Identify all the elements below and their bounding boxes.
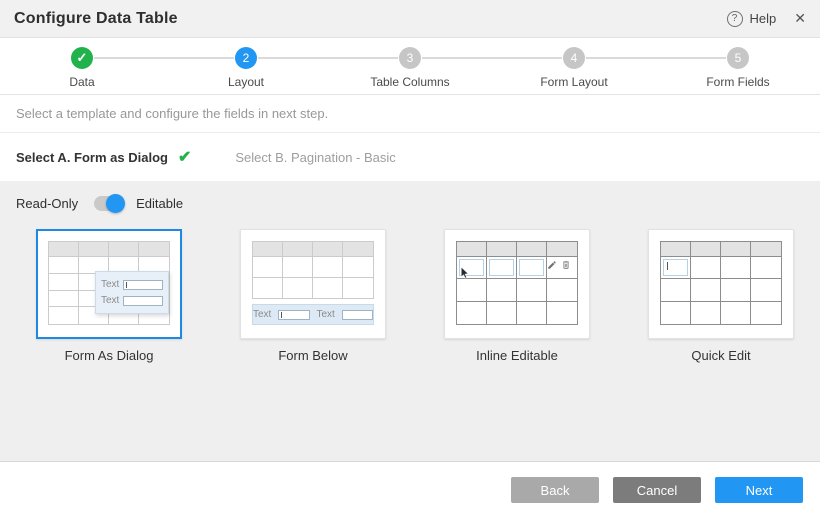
text-caret	[281, 312, 282, 318]
template-thumbnail[interactable]	[648, 229, 794, 339]
text-caret	[126, 282, 127, 288]
selection-summary-row: Select A. Form as Dialog ✔ Select B. Pag…	[0, 133, 820, 181]
mini-cell-input	[663, 259, 688, 276]
instruction-text: Select a template and configure the fiel…	[0, 95, 820, 133]
mini-text-input	[342, 310, 373, 320]
mini-field-label: Text	[253, 309, 271, 320]
mini-text-input	[123, 280, 163, 290]
editable-toggle[interactable]	[94, 196, 122, 211]
template-picker-area: Read-Only Editable Text	[0, 181, 820, 461]
close-icon[interactable]: ✕	[794, 10, 806, 27]
step-layout[interactable]: 2 Layout	[164, 38, 328, 94]
step-label: Table Columns	[370, 75, 449, 89]
mini-text-input	[278, 310, 309, 320]
mini-cell-input	[519, 259, 544, 276]
help-label[interactable]: Help	[750, 11, 777, 26]
read-only-label: Read-Only	[16, 196, 78, 211]
help-icon[interactable]: ?	[727, 11, 743, 27]
step-label: Layout	[228, 75, 264, 89]
mini-text-input	[123, 296, 163, 306]
step-number: 5	[727, 47, 749, 69]
editable-label: Editable	[136, 196, 183, 211]
template-thumbnail[interactable]: Text Text	[36, 229, 182, 339]
step-label: Form Layout	[540, 75, 607, 89]
mini-dialog-graphic: Text Text	[95, 271, 169, 314]
check-icon: ✔	[178, 147, 191, 167]
step-number: 4	[563, 47, 585, 69]
back-button[interactable]: Back	[511, 477, 599, 503]
edit-pencil-icon	[547, 260, 557, 270]
mode-toggle-row: Read-Only Editable	[16, 188, 804, 218]
step-label: Form Fields	[706, 75, 769, 89]
template-card-inline-editable[interactable]: Inline Editable	[444, 229, 590, 363]
step-form-layout[interactable]: 4 Form Layout	[492, 38, 656, 94]
dialog-title: Configure Data Table	[14, 10, 178, 28]
template-label: Form Below	[240, 348, 386, 363]
select-b-option[interactable]: Select B. Pagination - Basic	[235, 150, 395, 165]
template-label: Quick Edit	[648, 348, 794, 363]
step-label: Data	[69, 75, 94, 89]
template-card-form-as-dialog[interactable]: Text Text Form As Dialog	[36, 229, 182, 363]
step-form-fields[interactable]: 5 Form Fields	[656, 38, 820, 94]
template-label: Form As Dialog	[36, 348, 182, 363]
template-card-form-below[interactable]: Text Text Form Below	[240, 229, 386, 363]
mini-table-graphic	[660, 241, 782, 325]
step-number: 2	[235, 47, 257, 69]
step-number: 3	[399, 47, 421, 69]
help-button[interactable]: ? Help	[727, 11, 777, 27]
mini-table-graphic	[456, 241, 578, 325]
template-card-quick-edit[interactable]: Quick Edit	[648, 229, 794, 363]
step-data[interactable]: ✓ Data	[0, 38, 164, 94]
mini-field-label: Text	[101, 295, 119, 306]
dialog-header: Configure Data Table ? Help ✕	[0, 0, 820, 38]
mini-table-graphic	[252, 241, 374, 299]
check-icon: ✓	[71, 47, 93, 69]
template-label: Inline Editable	[444, 348, 590, 363]
dialog-footer: Back Cancel Next	[0, 461, 820, 518]
next-button[interactable]: Next	[715, 477, 803, 503]
template-thumbnail[interactable]	[444, 229, 590, 339]
mini-cell-input	[489, 259, 514, 276]
wizard-stepper: ✓ Data 2 Layout 3 Table Columns 4 Form L…	[0, 38, 820, 95]
delete-trash-icon	[561, 260, 571, 270]
template-cards: Text Text Form As Dialog	[16, 229, 804, 363]
toggle-knob[interactable]	[106, 194, 125, 213]
select-a-label: Select A. Form as Dialog	[16, 150, 168, 165]
mouse-cursor-icon	[458, 265, 471, 280]
step-table-columns[interactable]: 3 Table Columns	[328, 38, 492, 94]
text-caret	[667, 262, 668, 270]
select-a-option[interactable]: Select A. Form as Dialog ✔	[16, 147, 191, 167]
mini-form-bar-graphic: Text Text	[252, 304, 374, 325]
cancel-button[interactable]: Cancel	[613, 477, 701, 503]
mini-field-label: Text	[317, 309, 335, 320]
template-thumbnail[interactable]: Text Text	[240, 229, 386, 339]
mini-field-label: Text	[101, 279, 119, 290]
